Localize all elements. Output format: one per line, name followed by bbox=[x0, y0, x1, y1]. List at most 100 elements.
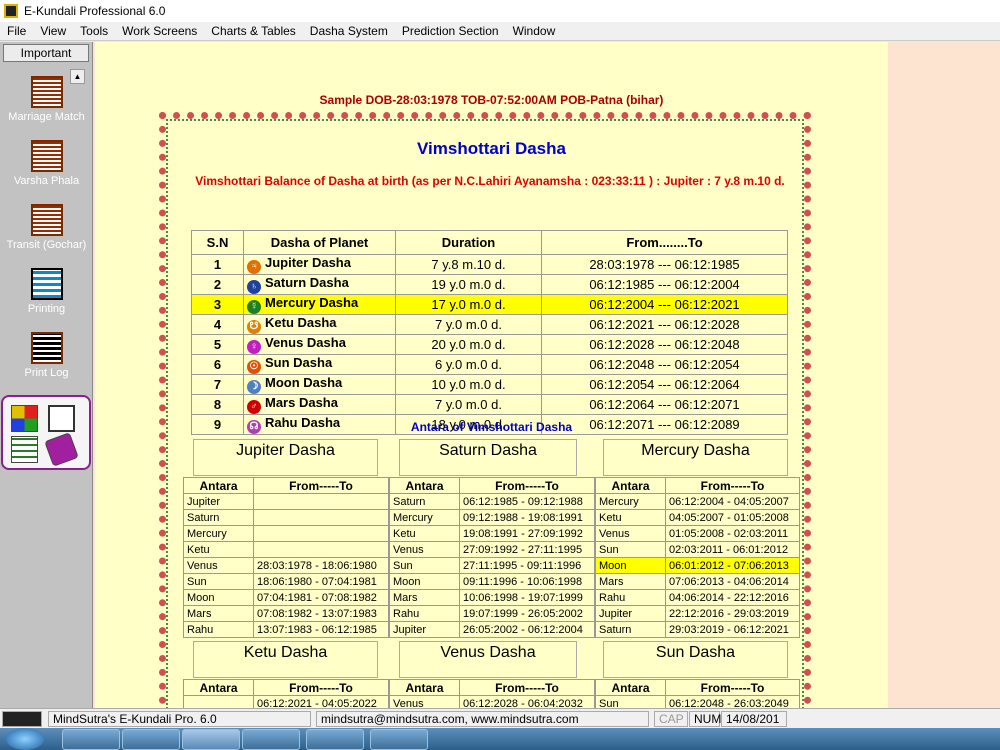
menu-prediction-section[interactable]: Prediction Section bbox=[395, 24, 506, 38]
antara-table: Antara From-----To Jupiter Saturn Mercury Ket… bbox=[183, 477, 389, 638]
taskbar-ekundali[interactable] bbox=[182, 729, 240, 750]
antara-row[interactable]: Sun 02:03:2011 - 06:01:2012 bbox=[595, 541, 800, 558]
sidebar-item-transit[interactable]: Transit (Gochar) bbox=[0, 204, 93, 251]
planet-symbol-icon: ☉ bbox=[247, 360, 261, 374]
antara-planet: Ketu bbox=[183, 541, 254, 558]
antara-row[interactable]: Rahu 04:06:2014 - 22:12:2016 bbox=[595, 589, 800, 606]
antara-row[interactable]: Venus 28:03:1978 - 18:06:1980 bbox=[183, 557, 389, 574]
window-title: E-Kundali Professional 6.0 bbox=[24, 4, 166, 18]
taskbar bbox=[0, 728, 1000, 750]
print-preview-icon[interactable] bbox=[48, 405, 75, 432]
start-button[interactable] bbox=[6, 728, 44, 750]
sidebar-item-printing[interactable]: Printing bbox=[0, 268, 93, 315]
antara-row[interactable]: Mars 07:08:1982 - 13:07:1983 bbox=[183, 605, 389, 622]
antara-title: Antara of Vimshottari Dasha bbox=[410, 420, 573, 434]
print-log-icon bbox=[30, 332, 63, 364]
antara-row[interactable]: Moon 06:01:2012 - 07:06:2013 bbox=[595, 557, 800, 574]
antara-row[interactable]: Ketu 04:05:2007 - 01:05:2008 bbox=[595, 509, 800, 526]
dasha-row[interactable]: 1 ♃ Jupiter Dasha 7 y.8 m.10 d. 28:03:1978 -… bbox=[191, 254, 788, 275]
antara-row[interactable]: Mercury 09:12:1988 - 19:08:1991 bbox=[389, 509, 595, 526]
menu-dasha-system[interactable]: Dasha System bbox=[303, 24, 395, 38]
antara-planet: Sun bbox=[389, 557, 460, 574]
dasha-row[interactable]: 8 ♂ Mars Dasha 7 y.0 m.0 d. 06:12:2064 --- 0… bbox=[191, 394, 788, 415]
dasha-row[interactable]: 2 ♄ Saturn Dasha 19 y.0 m.0 d. 06:12:1985 --… bbox=[191, 274, 788, 295]
sidebar-item-marriage-match[interactable]: Marriage Match bbox=[0, 76, 93, 123]
sidebar-item-label: Varsha Phala bbox=[13, 175, 80, 187]
antara-dasha-heading: Sun Dasha bbox=[603, 641, 788, 678]
antara-planet: Saturn bbox=[389, 493, 460, 510]
table-tool-icon[interactable] bbox=[11, 436, 38, 463]
sample-birth-details: Sample DOB-28:03:1978 TOB-07:52:00AM POB… bbox=[319, 93, 664, 107]
transit-icon bbox=[30, 204, 63, 236]
antara-planet: Mercury bbox=[389, 509, 460, 526]
antara-row[interactable]: Sun 18:06:1980 - 07:04:1981 bbox=[183, 573, 389, 590]
dasha-planet-name: Moon Dasha bbox=[265, 375, 343, 390]
antara-row[interactable]: Sun 27:11:1995 - 09:11:1996 bbox=[389, 557, 595, 574]
antara-row[interactable]: Saturn 06:12:1985 - 09:12:1988 bbox=[389, 493, 595, 510]
antara-row[interactable]: Mars 07:06:2013 - 04:06:2014 bbox=[595, 573, 800, 590]
app-icon bbox=[4, 4, 18, 18]
antara-col-from-to: From-----To bbox=[253, 679, 389, 696]
antara-period bbox=[253, 541, 389, 558]
dasha-row[interactable]: 3 ☿ Mercury Dasha 17 y.0 m.0 d. 06:12:2004 -… bbox=[191, 294, 788, 315]
dasha-row[interactable]: 5 ♀ Venus Dasha 20 y.0 m.0 d. 06:12:2028 ---… bbox=[191, 334, 788, 355]
taskbar-key-2[interactable] bbox=[370, 729, 428, 750]
taskbar-explorer[interactable] bbox=[122, 729, 180, 750]
taskbar-key-1[interactable] bbox=[306, 729, 364, 750]
antara-row[interactable]: Saturn 29:03:2019 - 06:12:2021 bbox=[595, 621, 800, 638]
antara-row[interactable]: Jupiter bbox=[183, 493, 389, 510]
menu-file[interactable]: File bbox=[0, 24, 33, 38]
antara-dasha-heading: Venus Dasha bbox=[399, 641, 577, 678]
antara-row[interactable]: Mars 10:06:1998 - 19:07:1999 bbox=[389, 589, 595, 606]
book-icon[interactable] bbox=[44, 432, 79, 467]
planet-symbol-icon: ☽ bbox=[247, 380, 261, 394]
dasha-row[interactable]: 7 ☽ Moon Dasha 10 y.0 m.0 d. 06:12:2054 --- … bbox=[191, 374, 788, 395]
antara-planet: Rahu bbox=[595, 589, 666, 606]
antara-row[interactable]: Jupiter 26:05:2002 - 06:12:2004 bbox=[389, 621, 595, 638]
menu-window[interactable]: Window bbox=[506, 24, 563, 38]
antara-row[interactable]: Moon 09:11:1996 - 10:06:1998 bbox=[389, 573, 595, 590]
dasha-row[interactable]: 4 ☋ Ketu Dasha 7 y.0 m.0 d. 06:12:2021 --- 0… bbox=[191, 314, 788, 335]
antara-planet: Saturn bbox=[595, 621, 666, 638]
planet-symbol-icon: ♃ bbox=[247, 260, 261, 274]
antara-row[interactable]: Ketu bbox=[183, 541, 389, 558]
antara-col-antara: Antara bbox=[389, 477, 460, 494]
sidebar-item-varsha-phala[interactable]: Varsha Phala bbox=[0, 140, 93, 187]
antara-planet: Mars bbox=[595, 573, 666, 590]
antara-row[interactable]: Jupiter 22:12:2016 - 29:03:2019 bbox=[595, 605, 800, 622]
antara-row[interactable]: Saturn bbox=[183, 509, 389, 526]
dasha-duration: 6 y.0 m.0 d. bbox=[395, 354, 542, 375]
dasha-duration: 7 y.8 m.10 d. bbox=[395, 254, 542, 275]
status-bar: MindSutra's E-Kundali Pro. 6.0 mindsutra… bbox=[0, 708, 1000, 728]
antara-row[interactable]: Mercury 06:12:2004 - 04:05:2007 bbox=[595, 493, 800, 510]
dasha-planet: ☽ Moon Dasha bbox=[243, 374, 396, 395]
chart-tool-icon[interactable] bbox=[11, 405, 38, 432]
antara-row[interactable]: Venus 27:09:1992 - 27:11:1995 bbox=[389, 541, 595, 558]
antara-row[interactable]: Rahu 13:07:1983 - 06:12:1985 bbox=[183, 621, 389, 638]
antara-period: 07:06:2013 - 04:06:2014 bbox=[665, 573, 800, 590]
sidebar-item-print-log[interactable]: Print Log bbox=[0, 332, 93, 379]
antara-row[interactable]: Moon 07:04:1981 - 07:08:1982 bbox=[183, 589, 389, 606]
dasha-row[interactable]: 6 ☉ Sun Dasha 6 y.0 m.0 d. 06:12:2048 --- 06… bbox=[191, 354, 788, 375]
antara-planet: Venus bbox=[183, 557, 254, 574]
antara-row[interactable]: Rahu 19:07:1999 - 26:05:2002 bbox=[389, 605, 595, 622]
dasha-period: 06:12:2048 --- 06:12:2054 bbox=[541, 354, 788, 375]
sidebar-item-label: Print Log bbox=[24, 367, 69, 379]
antara-row[interactable]: Ketu 19:08:1991 - 27:09:1992 bbox=[389, 525, 595, 542]
menu-charts-tables[interactable]: Charts & Tables bbox=[204, 24, 303, 38]
antara-row[interactable]: Venus 01:05:2008 - 02:03:2011 bbox=[595, 525, 800, 542]
antara-period: 28:03:1978 - 18:06:1980 bbox=[253, 557, 389, 574]
antara-planet: Rahu bbox=[183, 621, 254, 638]
menu-view[interactable]: View bbox=[33, 24, 73, 38]
antara-col-antara: Antara bbox=[595, 477, 666, 494]
quick-tools-panel bbox=[1, 395, 91, 470]
dasha-period: 06:12:2054 --- 06:12:2064 bbox=[541, 374, 788, 395]
taskbar-app-4[interactable] bbox=[242, 729, 300, 750]
menu-work-screens[interactable]: Work Screens bbox=[115, 24, 204, 38]
status-caps: CAP bbox=[654, 711, 688, 727]
dasha-planet: ♀ Venus Dasha bbox=[243, 334, 396, 355]
sidebar-header[interactable]: Important bbox=[3, 44, 89, 62]
antara-row[interactable]: Mercury bbox=[183, 525, 389, 542]
menu-tools[interactable]: Tools bbox=[73, 24, 115, 38]
taskbar-app-tools[interactable] bbox=[62, 729, 120, 750]
